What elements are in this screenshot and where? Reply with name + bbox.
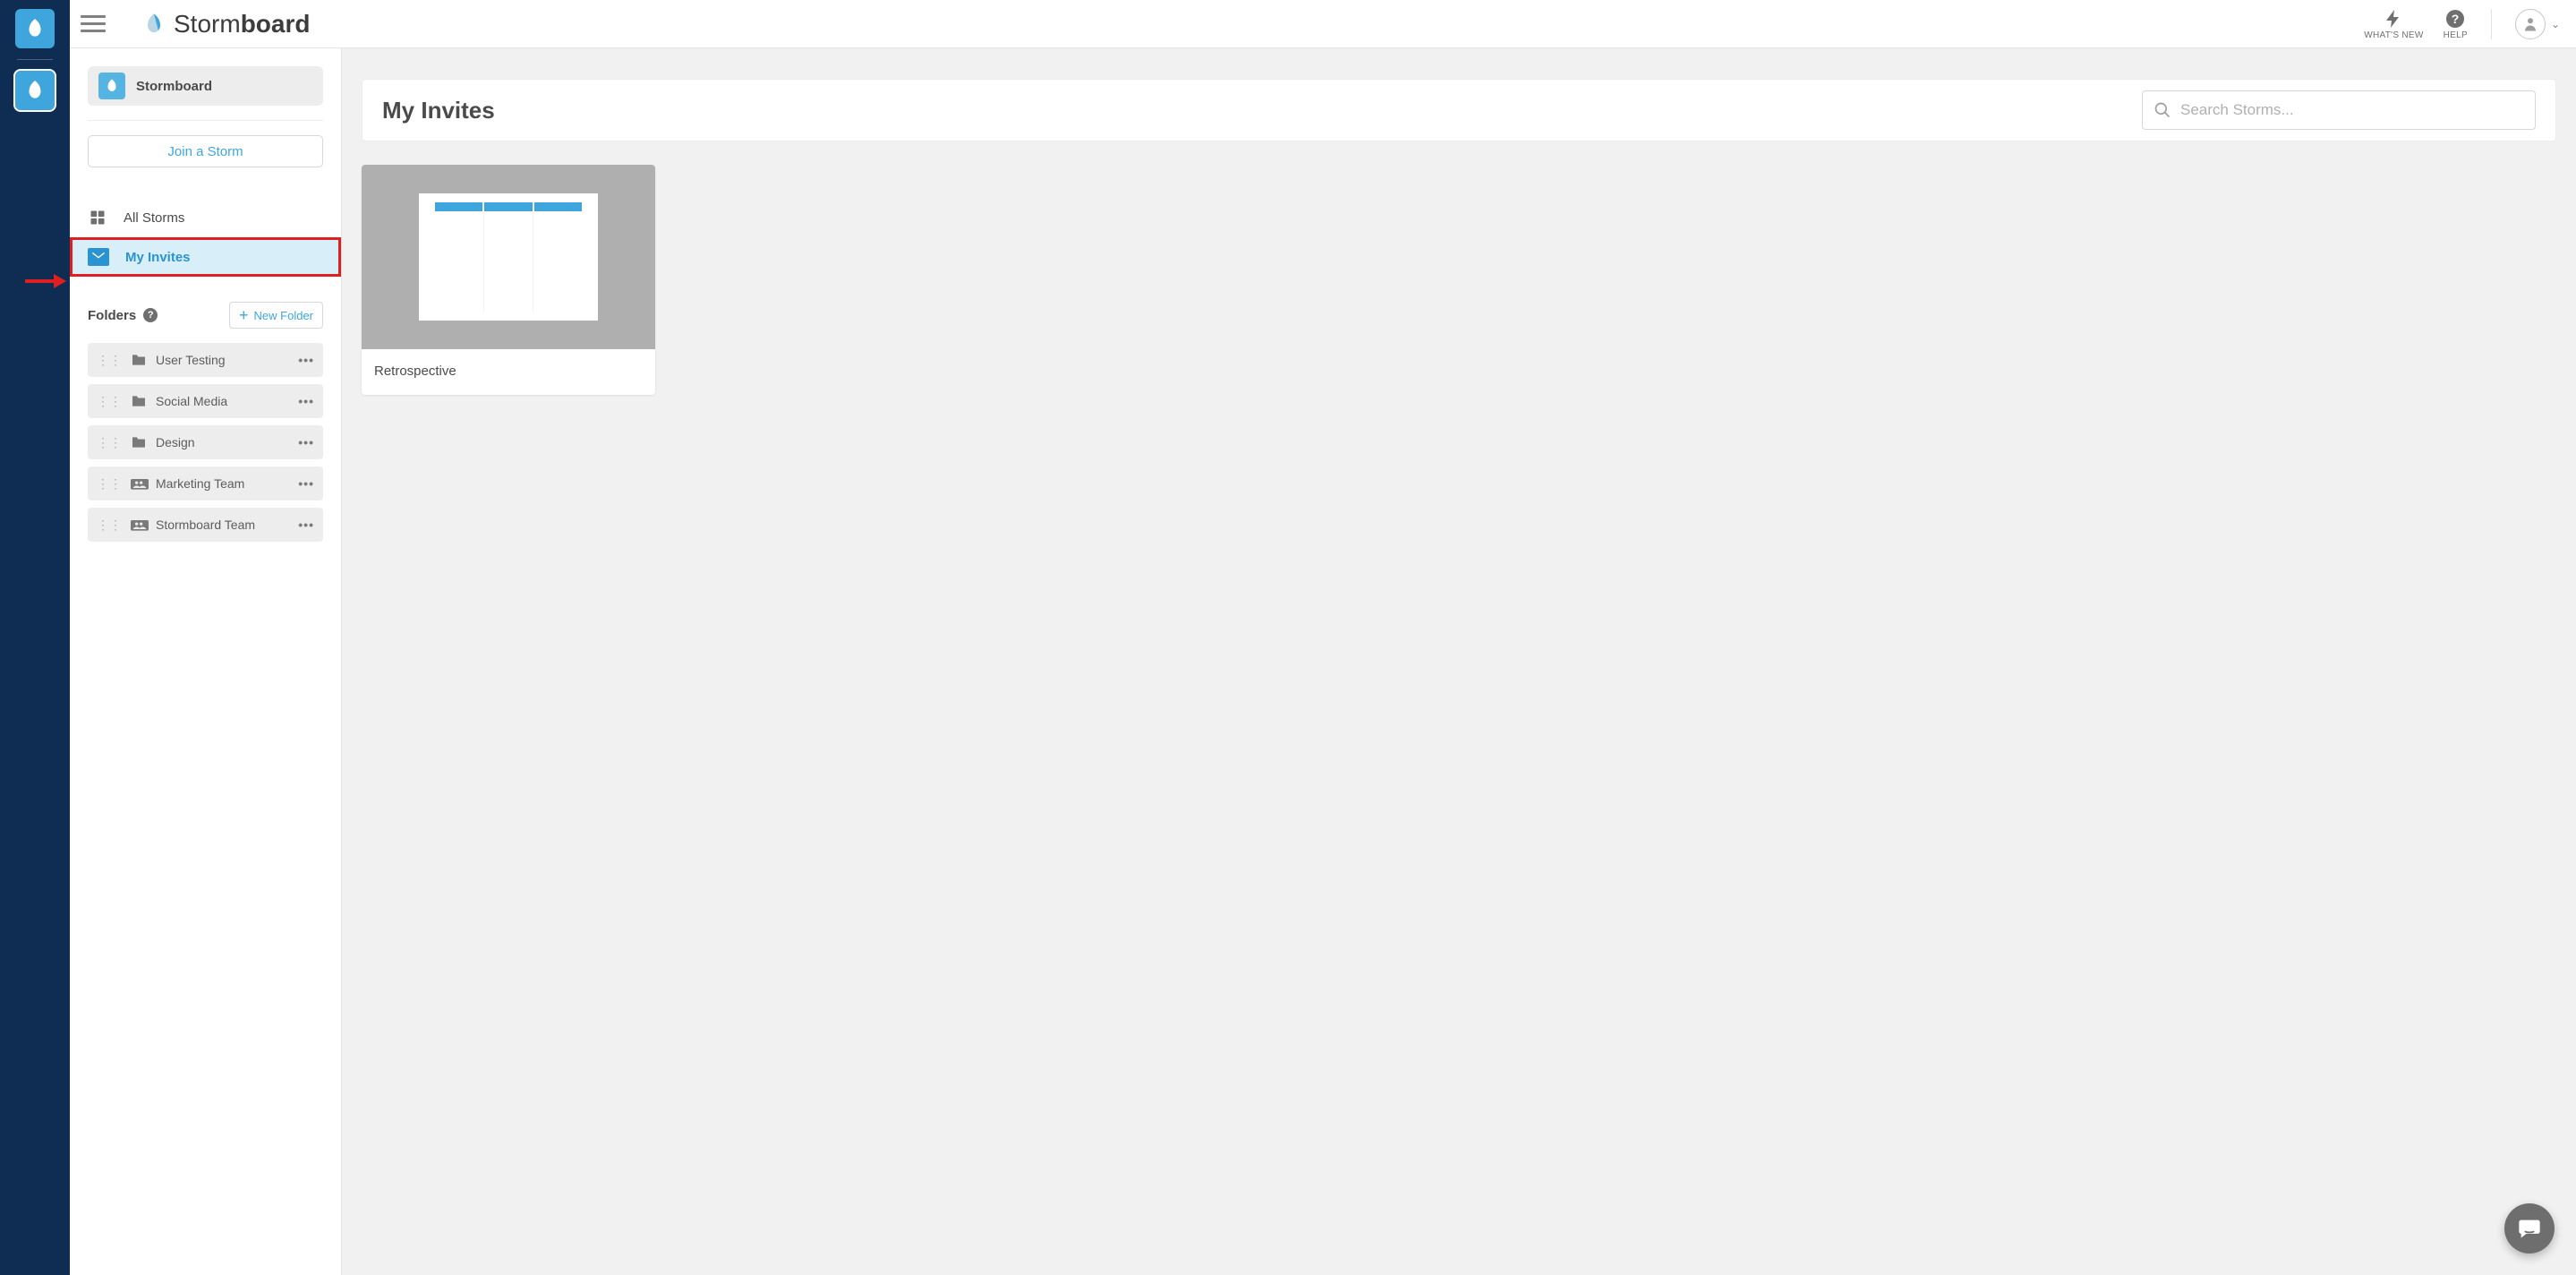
chevron-down-icon: ⌄ (2551, 18, 2560, 30)
new-folder-button[interactable]: + New Folder (229, 302, 323, 329)
help-label: HELP (2444, 30, 2468, 40)
topbar-divider (2491, 9, 2492, 39)
annotation-arrow (25, 274, 66, 288)
main-content: My Invites Retrospective (342, 48, 2576, 1275)
workspace-name: Stormboard (136, 79, 212, 94)
nav-all-storms[interactable]: All Storms (70, 198, 341, 237)
content-header: My Invites (362, 79, 2556, 141)
folder-item[interactable]: ⋮⋮ Design ••• (88, 425, 323, 459)
account-menu[interactable]: ⌄ (2515, 9, 2560, 39)
chat-fab[interactable] (2504, 1203, 2555, 1254)
drag-handle-icon[interactable]: ⋮⋮ (97, 435, 122, 450)
folder-name: Social Media (156, 394, 289, 408)
chat-icon (2517, 1216, 2542, 1241)
folder-item[interactable]: ⋮⋮ Marketing Team ••• (88, 466, 323, 501)
search-field[interactable] (2142, 90, 2536, 130)
sidebar-divider (88, 120, 323, 121)
brand-logo[interactable]: Stormboard (141, 10, 310, 39)
folder-list: ⋮⋮ User Testing ••• ⋮⋮ Social Media ••• ⋮⋮ Desi… (70, 343, 341, 542)
help-icon: ? (2444, 8, 2466, 30)
folder-item[interactable]: ⋮⋮ User Testing ••• (88, 343, 323, 377)
folder-name: User Testing (156, 353, 289, 367)
stormboard-logo-icon (23, 79, 47, 102)
stormboard-logo-icon (141, 12, 166, 37)
folders-help-icon[interactable]: ? (143, 308, 158, 322)
folder-item[interactable]: ⋮⋮ Social Media ••• (88, 384, 323, 418)
svg-text:?: ? (2452, 12, 2460, 26)
person-icon (2522, 14, 2538, 34)
folder-icon (131, 395, 147, 407)
folder-name: Stormboard Team (156, 518, 289, 532)
stormboard-logo-icon (104, 78, 120, 94)
grid-icon (88, 208, 107, 227)
lightning-icon (2383, 8, 2404, 30)
join-storm-button[interactable]: Join a Storm (88, 135, 323, 167)
search-icon (2154, 101, 2171, 119)
folder-more-icon[interactable]: ••• (298, 518, 314, 532)
sidebar: Stormboard Join a Storm All Storms (70, 48, 342, 1275)
workspace-selector[interactable]: Stormboard (88, 66, 323, 106)
nav-my-invites[interactable]: My Invites (70, 237, 341, 277)
menu-toggle-icon[interactable] (81, 12, 106, 37)
folder-icon (131, 436, 147, 449)
nav-my-invites-label: My Invites (125, 250, 191, 265)
sidebar-nav: All Storms My Invites (70, 198, 341, 277)
folder-item[interactable]: ⋮⋮ Stormboard Team ••• (88, 508, 323, 542)
avatar (2515, 9, 2546, 39)
folder-more-icon[interactable]: ••• (298, 435, 314, 449)
drag-handle-icon[interactable]: ⋮⋮ (97, 476, 122, 492)
folder-name: Design (156, 435, 289, 449)
help-button[interactable]: ? HELP (2444, 8, 2468, 40)
whats-new-label: WHAT'S NEW (2364, 30, 2423, 40)
workspace-avatar (98, 73, 125, 99)
rail-workspace-tile[interactable] (15, 71, 55, 110)
folder-more-icon[interactable]: ••• (298, 476, 314, 491)
folders-header: Folders ? + New Folder (70, 302, 341, 329)
team-icon (131, 477, 147, 490)
cards-grid: Retrospective (362, 165, 2556, 395)
folder-icon (131, 354, 147, 366)
drag-handle-icon[interactable]: ⋮⋮ (97, 518, 122, 533)
folders-title: Folders (88, 308, 136, 323)
folder-more-icon[interactable]: ••• (298, 353, 314, 367)
brand-text: Stormboard (174, 10, 310, 39)
rail-home-tile[interactable] (15, 9, 55, 48)
topbar: Stormboard WHAT'S NEW ? HELP ⌄ (70, 0, 2576, 48)
rail-separator (17, 59, 53, 60)
nav-all-storms-label: All Storms (124, 210, 184, 226)
mail-icon (88, 248, 109, 266)
storm-thumbnail (362, 165, 655, 349)
new-folder-label: New Folder (254, 309, 313, 322)
team-icon (131, 518, 147, 531)
whats-new-button[interactable]: WHAT'S NEW (2364, 8, 2423, 40)
stormboard-logo-icon (23, 17, 47, 40)
page-title: My Invites (382, 97, 495, 124)
plus-icon: + (239, 307, 249, 323)
app-rail (0, 0, 70, 1275)
drag-handle-icon[interactable]: ⋮⋮ (97, 394, 122, 409)
drag-handle-icon[interactable]: ⋮⋮ (97, 353, 122, 368)
search-input[interactable] (2180, 101, 2524, 119)
folder-more-icon[interactable]: ••• (298, 394, 314, 408)
folder-name: Marketing Team (156, 476, 289, 491)
storm-card-title: Retrospective (362, 349, 655, 395)
storm-card[interactable]: Retrospective (362, 165, 655, 395)
